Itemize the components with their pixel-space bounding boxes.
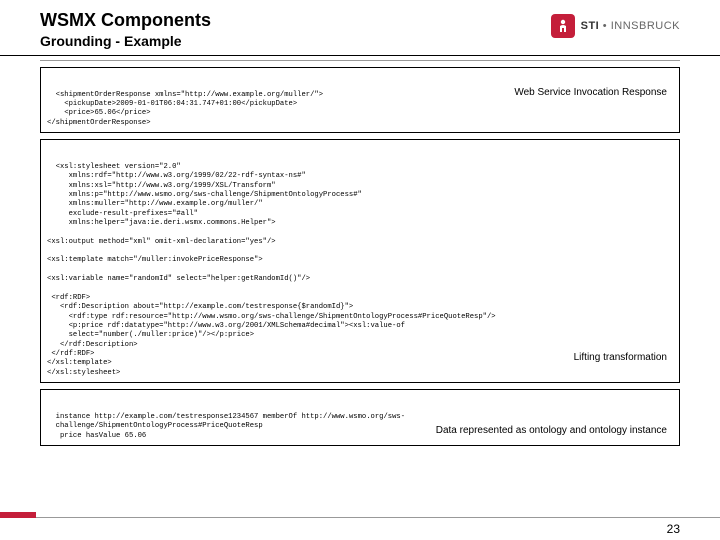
title-block: WSMX Components Grounding - Example	[40, 10, 551, 49]
logo: STI • INNSBRUCK	[551, 14, 680, 38]
slide-subtitle: Grounding - Example	[40, 33, 551, 49]
code-block-instance: Data represented as ontology and ontolog…	[40, 389, 680, 446]
code-xslt: <xsl:stylesheet version="2.0" xmlns:rdf=…	[47, 163, 496, 377]
annotation-lifting: Lifting transformation	[574, 351, 667, 364]
slide-header: WSMX Components Grounding - Example STI …	[0, 0, 720, 56]
logo-text: STI • INNSBRUCK	[581, 20, 680, 32]
annotation-response: Web Service Invocation Response	[514, 86, 667, 99]
code-block-response: Web Service Invocation Response <shipmen…	[40, 67, 680, 133]
logo-brand-city: INNSBRUCK	[611, 20, 680, 32]
code-instance: instance http://example.com/testresponse…	[47, 413, 405, 440]
logo-icon	[551, 14, 575, 38]
header-divider	[40, 60, 680, 61]
footer-divider	[0, 517, 720, 518]
logo-brand-sti: STI	[581, 20, 600, 32]
footer-accent	[0, 512, 36, 518]
logo-brand-dot: •	[599, 20, 610, 32]
annotation-ontology: Data represented as ontology and ontolog…	[436, 424, 667, 437]
code-block-xslt: Lifting transformation <xsl:stylesheet v…	[40, 139, 680, 383]
page-number: 23	[667, 522, 680, 536]
slide-title: WSMX Components	[40, 10, 551, 31]
code-response: <shipmentOrderResponse xmlns="http://www…	[47, 91, 323, 127]
